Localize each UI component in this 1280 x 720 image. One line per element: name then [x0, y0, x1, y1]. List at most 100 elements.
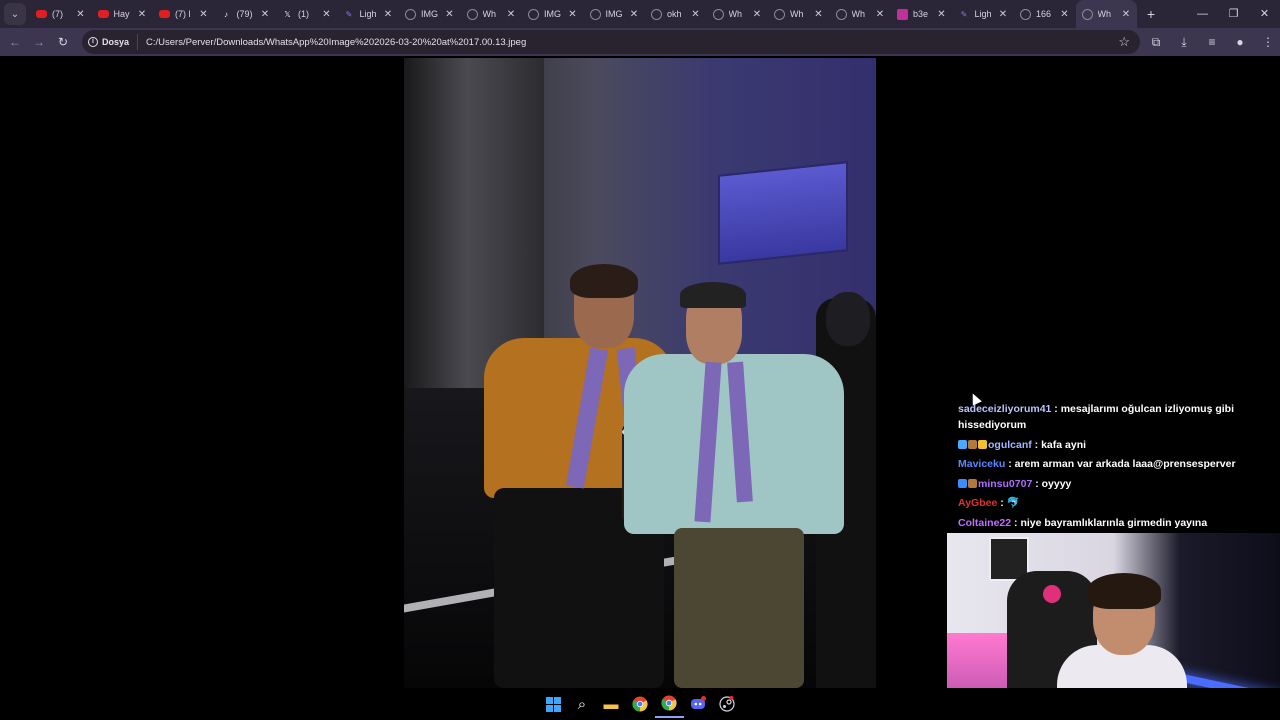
chat-message: minsu0707 : oyyyy: [958, 476, 1278, 492]
globe-icon: [712, 8, 724, 20]
chat-text: : oyyyy: [1032, 477, 1072, 490]
tab-title: (7) l: [175, 9, 191, 19]
url-text[interactable]: C:/Users/Perver/Downloads/WhatsApp%20Ima…: [146, 37, 526, 48]
tab-close-icon[interactable]: ✕: [199, 9, 209, 20]
windows-start-icon[interactable]: [539, 690, 568, 718]
chat-badge-icon: [958, 478, 967, 488]
tab-strip: ⌄ (7) ✕ Hay ✕ (7) l ✕ ♪ (79) ✕ 𝕏 (1) ✕ ✎ Ligh ✕ IMG ✕ W…: [0, 0, 1280, 28]
tab-search-button[interactable]: ⌄: [4, 3, 26, 25]
toolbar-actions: ⧉ ⤓ ≡ ● ⋮: [1140, 28, 1280, 56]
tab-close-icon[interactable]: ✕: [752, 9, 762, 20]
photo: [404, 58, 876, 688]
bookmark-star-icon[interactable]: ☆: [1118, 34, 1130, 50]
browser-tab[interactable]: Wh ✕: [830, 0, 892, 28]
browser-tab[interactable]: 𝕏 (1) ✕: [276, 0, 338, 28]
search-icon[interactable]: ⌕: [568, 690, 597, 718]
tab-close-icon[interactable]: ✕: [322, 9, 332, 20]
tab-title: IMG: [421, 9, 438, 19]
browser-tab[interactable]: (7) ✕: [30, 0, 92, 28]
taskbar: ⌕ ▬: [0, 688, 1280, 720]
media-controls-icon[interactable]: ≡: [1200, 35, 1224, 49]
more-menu-icon[interactable]: ⋮: [1256, 35, 1280, 49]
browser-tab[interactable]: (7) l ✕: [153, 0, 215, 28]
tab-close-icon[interactable]: ✕: [875, 9, 885, 20]
browser-tab[interactable]: b3e ✕: [891, 0, 953, 28]
tab-close-icon[interactable]: ✕: [814, 9, 824, 20]
close-window-button[interactable]: ✕: [1249, 0, 1280, 28]
tab-close-icon[interactable]: ✕: [1121, 9, 1131, 20]
globe-icon: [589, 8, 601, 20]
new-tab-button[interactable]: +: [1137, 6, 1165, 22]
tab-close-icon[interactable]: ✕: [691, 9, 701, 20]
info-icon: i: [88, 37, 98, 47]
tab-close-icon[interactable]: ✕: [998, 9, 1008, 20]
tab-close-icon[interactable]: ✕: [568, 9, 578, 20]
steam-icon[interactable]: [713, 690, 742, 718]
browser-tab[interactable]: okh ✕: [645, 0, 707, 28]
youtube-icon: [36, 10, 47, 18]
chat-text: : kafa ayni: [1031, 438, 1087, 451]
window-controls: — ❐ ✕: [1187, 0, 1280, 28]
browser-tab[interactable]: IMG ✕: [584, 0, 646, 28]
extensions-icon[interactable]: ⧉: [1144, 35, 1168, 50]
browser-tab[interactable]: ♪ (79) ✕: [215, 0, 277, 28]
tab-title: Wh: [482, 9, 497, 19]
chat-username[interactable]: AyGbee: [958, 497, 997, 509]
browser-tab[interactable]: Wh ✕: [1075, 0, 1137, 28]
address-bar[interactable]: i Dosya C:/Users/Perver/Downloads/WhatsA…: [82, 30, 1140, 54]
chat-username[interactable]: ogulcanf: [988, 439, 1032, 451]
tab-close-icon[interactable]: ✕: [629, 9, 639, 20]
chat-message: Maviceku : arem arman var arkada laaa@pr…: [958, 456, 1278, 472]
tab-close-icon[interactable]: ✕: [506, 9, 516, 20]
tab-close-icon[interactable]: ✕: [383, 9, 393, 20]
chat-badge-icon: [958, 439, 967, 449]
browser-tab[interactable]: IMG ✕: [522, 0, 584, 28]
tab-title: (1): [298, 9, 309, 19]
restore-button[interactable]: ❐: [1218, 0, 1249, 28]
browser-tab[interactable]: 166 ✕: [1014, 0, 1076, 28]
tab-close-icon[interactable]: ✕: [445, 9, 455, 20]
tab-title: okh: [667, 9, 682, 19]
chat-username[interactable]: Maviceku: [958, 458, 1005, 470]
browser-tab[interactable]: IMG ✕: [399, 0, 461, 28]
tab-close-icon[interactable]: ✕: [260, 9, 270, 20]
youtube-icon: [159, 10, 170, 18]
browser-tab[interactable]: Wh ✕: [768, 0, 830, 28]
tab-title: Wh: [790, 9, 804, 19]
tab-title: Ligh: [974, 9, 992, 19]
chat-username[interactable]: minsu0707: [978, 478, 1032, 490]
tab-title: Hay: [113, 9, 130, 19]
tab-close-icon[interactable]: ✕: [137, 9, 147, 20]
reload-button[interactable]: ↻: [51, 35, 75, 49]
site-info-chip[interactable]: i Dosya: [88, 34, 139, 50]
browser-tab[interactable]: Wh ✕: [707, 0, 769, 28]
browser-tab[interactable]: Hay ✕: [92, 0, 154, 28]
quill-icon: ✎: [345, 9, 353, 19]
tab-title: IMG: [605, 9, 623, 19]
discord-icon[interactable]: [684, 690, 713, 718]
x-icon: 𝕏: [284, 9, 291, 19]
forward-button[interactable]: →: [27, 35, 51, 49]
tab-close-icon[interactable]: ✕: [1060, 9, 1070, 20]
chrome-alt-icon[interactable]: [654, 690, 684, 718]
tab-close-icon[interactable]: ✕: [76, 9, 86, 20]
tab-title: Wh: [1097, 9, 1112, 19]
youtube-icon: [97, 10, 109, 18]
browser-tab[interactable]: Wh ✕: [461, 0, 523, 28]
tab-title: (7): [52, 9, 63, 19]
tab-title: Ligh: [359, 9, 377, 19]
tab-close-icon[interactable]: ✕: [937, 9, 947, 20]
profile-avatar[interactable]: ●: [1228, 35, 1252, 49]
file-explorer-icon[interactable]: ▬: [597, 690, 626, 718]
chat-username[interactable]: Coltaine22: [958, 517, 1011, 529]
browser-tab[interactable]: ✎ Ligh ✕: [953, 0, 1015, 28]
chat-text: : niye bayramlıklarınla girmedin yayına: [1011, 516, 1208, 529]
chat-badge-icon: [978, 439, 987, 449]
chrome-icon[interactable]: [626, 690, 655, 718]
chat-username[interactable]: sadeceizliyorum41: [958, 403, 1051, 415]
browser-tab[interactable]: ✎ Ligh ✕: [338, 0, 400, 28]
back-button[interactable]: ←: [3, 35, 27, 49]
minimize-button[interactable]: —: [1187, 0, 1218, 28]
download-icon[interactable]: ⤓: [1172, 35, 1196, 50]
globe-icon: [528, 8, 539, 20]
